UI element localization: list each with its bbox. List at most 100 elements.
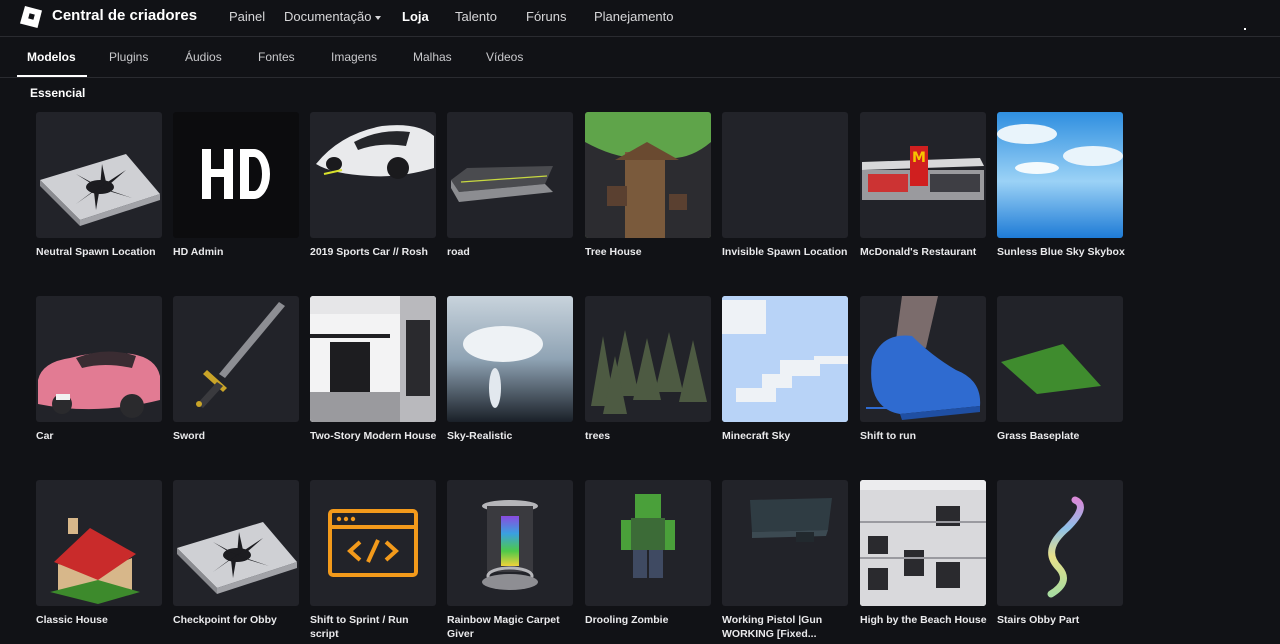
model-card[interactable]: Working Pistol |Gun WORKING [Fixed...: [722, 480, 848, 641]
tab-malhas[interactable]: Malhas: [413, 50, 452, 64]
model-name[interactable]: Sword: [173, 429, 301, 443]
model-thumbnail: [585, 480, 711, 606]
model-name[interactable]: Minecraft Sky: [722, 429, 850, 443]
model-thumbnail: [36, 112, 162, 238]
nav-documentacao[interactable]: Documentação: [284, 9, 382, 24]
model-thumbnail: [310, 112, 436, 238]
checkpoint-pad-icon: [177, 522, 297, 594]
model-thumbnail: [585, 296, 711, 422]
classic-house-icon: [50, 518, 140, 604]
category-tabs: Modelos Plugins Áudios Fontes Imagens Ma…: [0, 37, 1280, 78]
beach-house-icon: [860, 480, 986, 606]
model-name[interactable]: Two-Story Modern House: [310, 429, 438, 443]
hd-admin-icon: [202, 149, 270, 199]
tree-house-icon: [585, 112, 711, 238]
model-card[interactable]: Rainbow Magic Carpet Giver: [447, 480, 573, 641]
model-thumbnail: [447, 112, 573, 238]
model-card[interactable]: trees: [585, 296, 711, 443]
model-card[interactable]: Neutral Spawn Location: [36, 112, 162, 259]
model-name[interactable]: Neutral Spawn Location: [36, 245, 164, 259]
model-name[interactable]: Shift to Sprint / Run script: [310, 613, 438, 641]
model-name[interactable]: Shift to run: [860, 429, 988, 443]
model-card[interactable]: High by the Beach House: [860, 480, 988, 627]
model-card[interactable]: M McDonald's Restaurant: [860, 112, 986, 259]
trees-icon: [591, 330, 707, 414]
model-card[interactable]: Sunless Blue Sky Skybox: [997, 112, 1125, 259]
model-name[interactable]: Drooling Zombie: [585, 613, 713, 627]
minecraft-sky-icon: [722, 296, 848, 422]
model-name[interactable]: trees: [585, 429, 713, 443]
model-card[interactable]: Sky-Realistic: [447, 296, 573, 443]
model-card[interactable]: Stairs Obby Part: [997, 480, 1123, 627]
model-thumbnail: [722, 112, 848, 238]
tab-fontes[interactable]: Fontes: [258, 50, 295, 64]
pink-car-icon: [38, 351, 160, 418]
model-card[interactable]: Classic House: [36, 480, 162, 627]
model-card[interactable]: Sword: [173, 296, 299, 443]
model-thumbnail: [36, 480, 162, 606]
model-name[interactable]: 2019 Sports Car // Rosh: [310, 245, 438, 259]
model-card[interactable]: Minecraft Sky: [722, 296, 848, 443]
model-card[interactable]: HD Admin: [173, 112, 299, 259]
tab-modelos[interactable]: Modelos: [27, 50, 76, 64]
model-name[interactable]: Grass Baseplate: [997, 429, 1125, 443]
model-card[interactable]: Two-Story Modern House: [310, 296, 436, 443]
model-card[interactable]: road: [447, 112, 573, 259]
model-card[interactable]: Checkpoint for Obby: [173, 480, 299, 627]
brand-title[interactable]: Central de criadores: [52, 7, 197, 24]
nav-loja[interactable]: Loja: [402, 9, 429, 24]
model-name[interactable]: Invisible Spawn Location: [722, 245, 850, 259]
carpet-giver-icon: [482, 500, 538, 590]
model-card[interactable]: Shift to run: [860, 296, 986, 443]
nav-foruns[interactable]: Fóruns: [526, 9, 566, 24]
tab-audios[interactable]: Áudios: [185, 50, 222, 64]
model-name[interactable]: High by the Beach House: [860, 613, 988, 627]
model-name[interactable]: Car: [36, 429, 164, 443]
model-thumbnail: [585, 112, 711, 238]
nav-painel[interactable]: Painel: [229, 9, 265, 24]
nav-talento[interactable]: Talento: [455, 9, 497, 24]
model-name[interactable]: Classic House: [36, 613, 164, 627]
model-name[interactable]: road: [447, 245, 575, 259]
model-name[interactable]: Checkpoint for Obby: [173, 613, 301, 627]
model-card[interactable]: Drooling Zombie: [585, 480, 711, 627]
svg-text:M: M: [912, 150, 926, 166]
sports-car-icon: [316, 125, 434, 179]
model-thumbnail: [310, 296, 436, 422]
model-name[interactable]: HD Admin: [173, 245, 301, 259]
model-name[interactable]: Sky-Realistic: [447, 429, 575, 443]
model-name[interactable]: Sunless Blue Sky Skybox: [997, 245, 1125, 259]
model-card[interactable]: Tree House: [585, 112, 711, 259]
model-thumbnail: [722, 296, 848, 422]
nav-planejamento[interactable]: Planejamento: [594, 9, 674, 24]
top-navigation-bar: Central de criadores Painel Documentação…: [0, 0, 1280, 37]
model-card[interactable]: Car: [36, 296, 162, 443]
model-thumbnail: [447, 296, 573, 422]
model-thumbnail: [997, 112, 1123, 238]
model-card[interactable]: Grass Baseplate: [997, 296, 1123, 443]
model-card[interactable]: Shift to Sprint / Run script: [310, 480, 436, 641]
grass-baseplate-icon: [1001, 344, 1101, 394]
roblox-logo-icon[interactable]: [20, 6, 42, 28]
sword-icon: [196, 302, 285, 408]
tab-videos[interactable]: Vídeos: [486, 50, 523, 64]
model-card[interactable]: Invisible Spawn Location: [722, 112, 848, 259]
tab-plugins[interactable]: Plugins: [109, 50, 148, 64]
section-title: Essencial: [30, 86, 86, 100]
invisible-spawn-icon: [722, 112, 848, 238]
code-script-icon: [328, 509, 418, 577]
model-name[interactable]: Working Pistol |Gun WORKING [Fixed...: [722, 613, 850, 641]
model-thumbnail: [310, 480, 436, 606]
model-name[interactable]: McDonald's Restaurant: [860, 245, 988, 259]
restaurant-icon: M: [862, 146, 984, 200]
model-card[interactable]: 2019 Sports Car // Rosh: [310, 112, 436, 259]
road-icon: [451, 166, 553, 202]
model-thumbnail: [173, 112, 299, 238]
model-name[interactable]: Stairs Obby Part: [997, 613, 1125, 627]
model-name[interactable]: Tree House: [585, 245, 713, 259]
pistol-icon: [750, 498, 832, 542]
tab-imagens[interactable]: Imagens: [331, 50, 377, 64]
model-name[interactable]: Rainbow Magic Carpet Giver: [447, 613, 575, 641]
active-tab-indicator: [17, 75, 87, 77]
model-thumbnail: [997, 480, 1123, 606]
